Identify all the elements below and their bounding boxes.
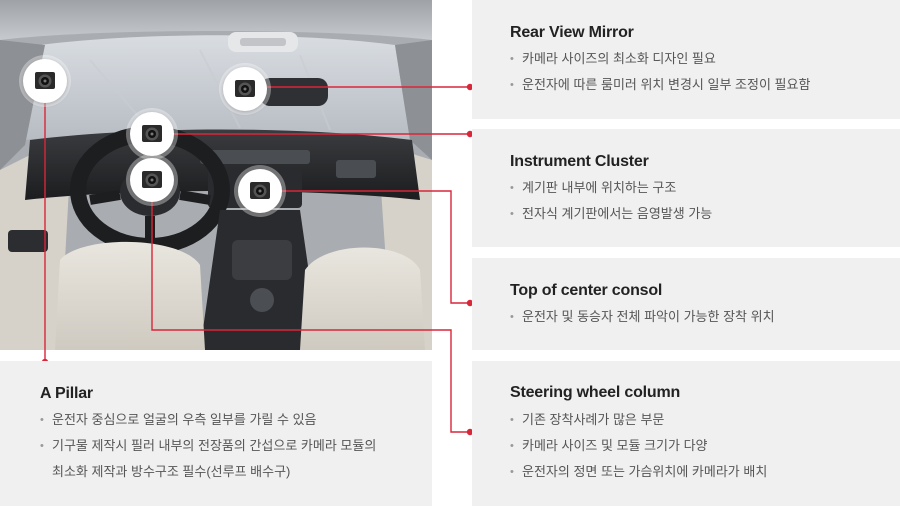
a-pillar-panel: A Pillar 운전자 중심으로 얼굴의 우측 일부를 가릴 수 있음 기구물… [0, 361, 432, 506]
instrument-cluster-title: Instrument Cluster [510, 153, 649, 170]
top-of-center-consol-title: Top of center consol [510, 282, 663, 299]
car-interior-illustration [0, 0, 432, 350]
rear-view-mirror-title: Rear View Mirror [510, 24, 634, 41]
camera-module-icon [142, 171, 162, 188]
camera-marker-a-pillar [23, 59, 67, 103]
camera-module-icon [250, 182, 270, 199]
rear-view-mirror-list: 카메라 사이즈의 최소화 디자인 필요 운전자에 따른 룸미러 위치 변경시 일… [510, 46, 810, 98]
list-item: 기구물 제작시 필러 내부의 전장품의 간섭으로 카메라 모듈의 최소화 제작과… [40, 433, 380, 485]
a-pillar-title: A Pillar [40, 385, 93, 402]
camera-module-icon [235, 80, 255, 97]
camera-marker-rear-view-mirror [223, 67, 267, 111]
list-item: 기존 장착사례가 많은 부문 [510, 407, 767, 433]
a-pillar-list: 운전자 중심으로 얼굴의 우측 일부를 가릴 수 있음 기구물 제작시 필러 내… [40, 407, 380, 485]
camera-module-icon [35, 72, 55, 89]
steering-wheel-column-list: 기존 장착사례가 많은 부문 카메라 사이즈 및 모듈 크기가 다양 운전자의 … [510, 407, 767, 485]
car-interior-photo [0, 0, 432, 350]
rear-view-mirror-panel: Rear View Mirror 카메라 사이즈의 최소화 디자인 필요 운전자… [472, 0, 900, 119]
camera-marker-center-consol [238, 169, 282, 213]
list-item: 운전자 및 동승자 전체 파악이 가능한 장착 위치 [510, 304, 775, 330]
list-item: 운전자의 정면 또는 가슴위치에 카메라가 배치 [510, 459, 767, 485]
camera-marker-steering-wheel-column [130, 158, 174, 202]
camera-marker-instrument-cluster [130, 112, 174, 156]
instrument-cluster-panel: Instrument Cluster 계기판 내부에 위치하는 구조 전자식 계… [472, 129, 900, 247]
list-item: 운전자 중심으로 얼굴의 우측 일부를 가릴 수 있음 [40, 407, 380, 433]
top-of-center-consol-list: 운전자 및 동승자 전체 파악이 가능한 장착 위치 [510, 304, 775, 330]
list-item: 전자식 계기판에서는 음영발생 가능 [510, 201, 712, 227]
camera-module-icon [142, 125, 162, 142]
steering-wheel-column-panel: Steering wheel column 기존 장착사례가 많은 부문 카메라… [472, 361, 900, 506]
list-item: 운전자에 따른 룸미러 위치 변경시 일부 조정이 필요함 [510, 72, 810, 98]
list-item: 카메라 사이즈의 최소화 디자인 필요 [510, 46, 810, 72]
top-of-center-consol-panel: Top of center consol 운전자 및 동승자 전체 파악이 가능… [472, 258, 900, 350]
instrument-cluster-list: 계기판 내부에 위치하는 구조 전자식 계기판에서는 음영발생 가능 [510, 175, 712, 227]
steering-wheel-column-title: Steering wheel column [510, 384, 681, 401]
list-item: 계기판 내부에 위치하는 구조 [510, 175, 712, 201]
list-item: 카메라 사이즈 및 모듈 크기가 다양 [510, 433, 767, 459]
